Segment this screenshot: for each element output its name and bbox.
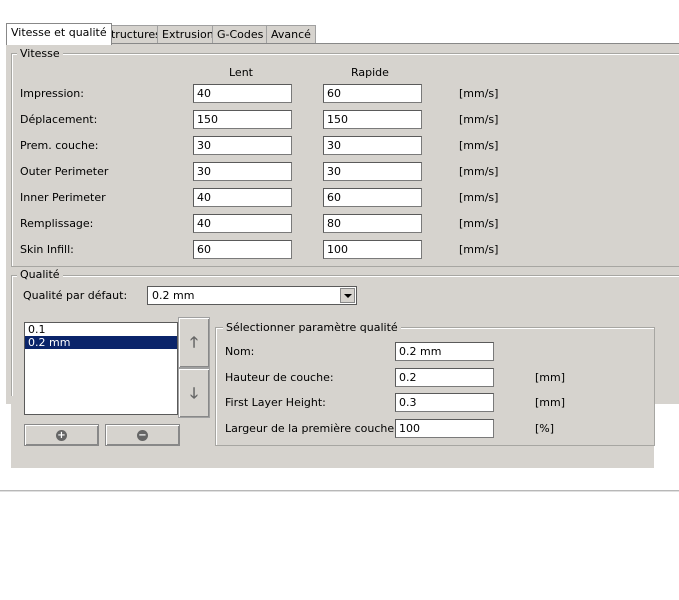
param-qualite-group-label: Sélectionner paramètre qualité — [223, 321, 401, 334]
plus-circle-icon: + — [56, 430, 67, 441]
inner-perimeter-lent-input[interactable]: 40 — [193, 188, 292, 207]
hauteur-couche-unit: [mm] — [535, 371, 566, 384]
unit-label: [mm/s] — [459, 217, 499, 230]
tab-label: Vitesse et qualité — [11, 26, 107, 39]
vitesse-group-label: Vitesse — [17, 47, 63, 60]
qualite-defaut-label: Qualité par défaut: — [23, 289, 128, 302]
outer-perimeter-rapide-input[interactable]: 30 — [323, 162, 422, 181]
inner-perimeter-rapide-input[interactable]: 60 — [323, 188, 422, 207]
quality-list[interactable]: 0.1 0.2 mm — [24, 322, 178, 415]
unit-label: [mm/s] — [459, 243, 499, 256]
list-item[interactable]: 0.1 — [25, 323, 177, 336]
qualite-defaut-select[interactable]: 0.2 mm — [147, 286, 357, 305]
first-layer-height-unit: [mm] — [535, 396, 566, 409]
prem-couche-rapide-input[interactable]: 30 — [323, 136, 422, 155]
unit-label: [mm/s] — [459, 165, 499, 178]
deplacement-lent-input[interactable]: 150 — [193, 110, 292, 129]
largeur-premiere-couche-input[interactable]: 100 — [395, 419, 494, 438]
skin-infill-rapide-input[interactable]: 100 — [323, 240, 422, 259]
prem-couche-lent-input[interactable]: 30 — [193, 136, 292, 155]
chevron-down-icon[interactable] — [340, 288, 355, 303]
remplissage-lent-input[interactable]: 40 — [193, 214, 292, 233]
nom-input[interactable]: 0.2 mm — [395, 342, 494, 361]
tab-label: G-Codes — [217, 28, 264, 41]
inner-perimeter-label: Inner Perimeter — [20, 191, 106, 204]
arrow-up-icon: 🡑 — [190, 333, 198, 351]
tab-gcodes[interactable]: G-Codes — [212, 25, 269, 43]
move-down-button[interactable]: 🡓 — [178, 368, 210, 418]
arrow-down-icon: 🡓 — [190, 384, 198, 402]
remplissage-rapide-input[interactable]: 80 — [323, 214, 422, 233]
minus-circle-icon: − — [137, 430, 148, 441]
unit-label: [mm/s] — [459, 139, 499, 152]
tab-vitesse-qualite[interactable]: Vitesse et qualité — [6, 23, 112, 45]
tab-label: Structures — [104, 28, 161, 41]
first-layer-height-label: First Layer Height: — [225, 396, 326, 409]
impression-label: Impression: — [20, 87, 84, 100]
column-header-lent: Lent — [229, 66, 253, 79]
impression-rapide-input[interactable]: 60 — [323, 84, 422, 103]
tab-avance[interactable]: Avancé — [266, 25, 316, 43]
largeur-premiere-couche-unit: [%] — [535, 422, 555, 435]
outer-perimeter-label: Outer Perimeter — [20, 165, 109, 178]
unit-label: [mm/s] — [459, 87, 499, 100]
hauteur-couche-input[interactable]: 0.2 — [395, 368, 494, 387]
hauteur-couche-label: Hauteur de couche: — [225, 371, 334, 384]
deplacement-rapide-input[interactable]: 150 — [323, 110, 422, 129]
list-item-selected[interactable]: 0.2 mm — [25, 336, 177, 349]
unit-label: [mm/s] — [459, 113, 499, 126]
qualite-defaut-value: 0.2 mm — [152, 289, 195, 302]
qualite-group-label: Qualité — [17, 268, 63, 281]
nom-label: Nom: — [225, 345, 255, 358]
deplacement-label: Déplacement: — [20, 113, 98, 126]
skin-infill-label: Skin Infill: — [20, 243, 74, 256]
outer-perimeter-lent-input[interactable]: 30 — [193, 162, 292, 181]
remove-quality-button[interactable]: − — [105, 424, 180, 446]
add-quality-button[interactable]: + — [24, 424, 99, 446]
largeur-premiere-couche-label: Largeur de la première couche: — [225, 422, 398, 435]
tab-extrusion[interactable]: Extrusion — [157, 25, 219, 43]
remplissage-label: Remplissage: — [20, 217, 94, 230]
column-header-rapide: Rapide — [351, 66, 389, 79]
divider — [0, 490, 679, 492]
tab-label: Avancé — [271, 28, 311, 41]
skin-infill-lent-input[interactable]: 60 — [193, 240, 292, 259]
unit-label: [mm/s] — [459, 191, 499, 204]
impression-lent-input[interactable]: 40 — [193, 84, 292, 103]
move-up-button[interactable]: 🡑 — [178, 317, 210, 368]
prem-couche-label: Prem. couche: — [20, 139, 99, 152]
first-layer-height-input[interactable]: 0.3 — [395, 393, 494, 412]
tab-label: Extrusion — [162, 28, 214, 41]
